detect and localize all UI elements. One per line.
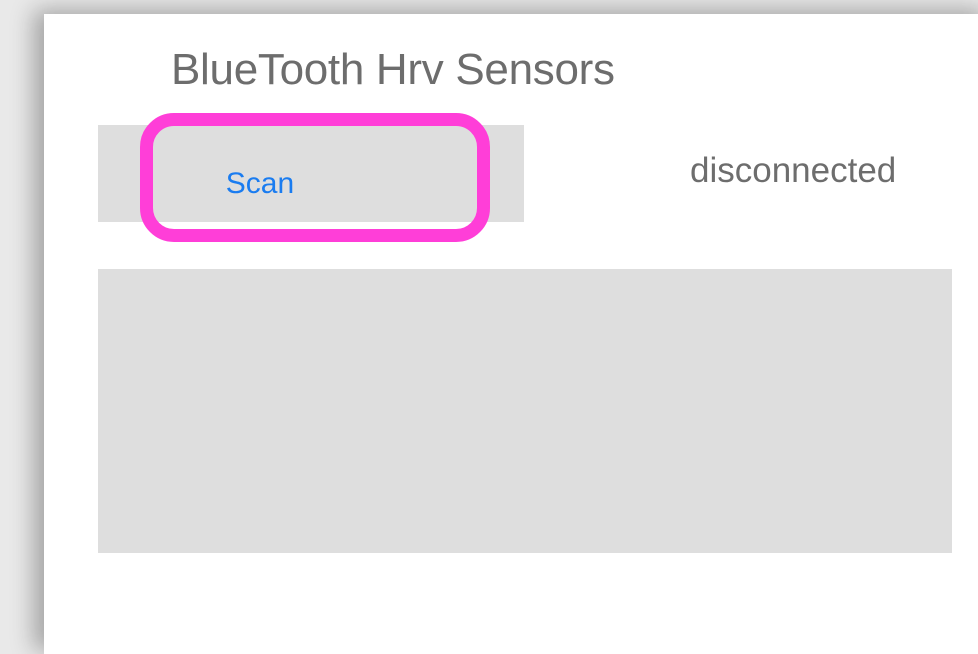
connection-status: disconnected: [690, 151, 897, 190]
scan-button[interactable]: Scan: [140, 113, 490, 242]
scan-button-label: Scan: [225, 167, 295, 200]
device-list[interactable]: [98, 269, 952, 553]
page-title: BlueTooth Hrv Sensors: [171, 45, 615, 94]
